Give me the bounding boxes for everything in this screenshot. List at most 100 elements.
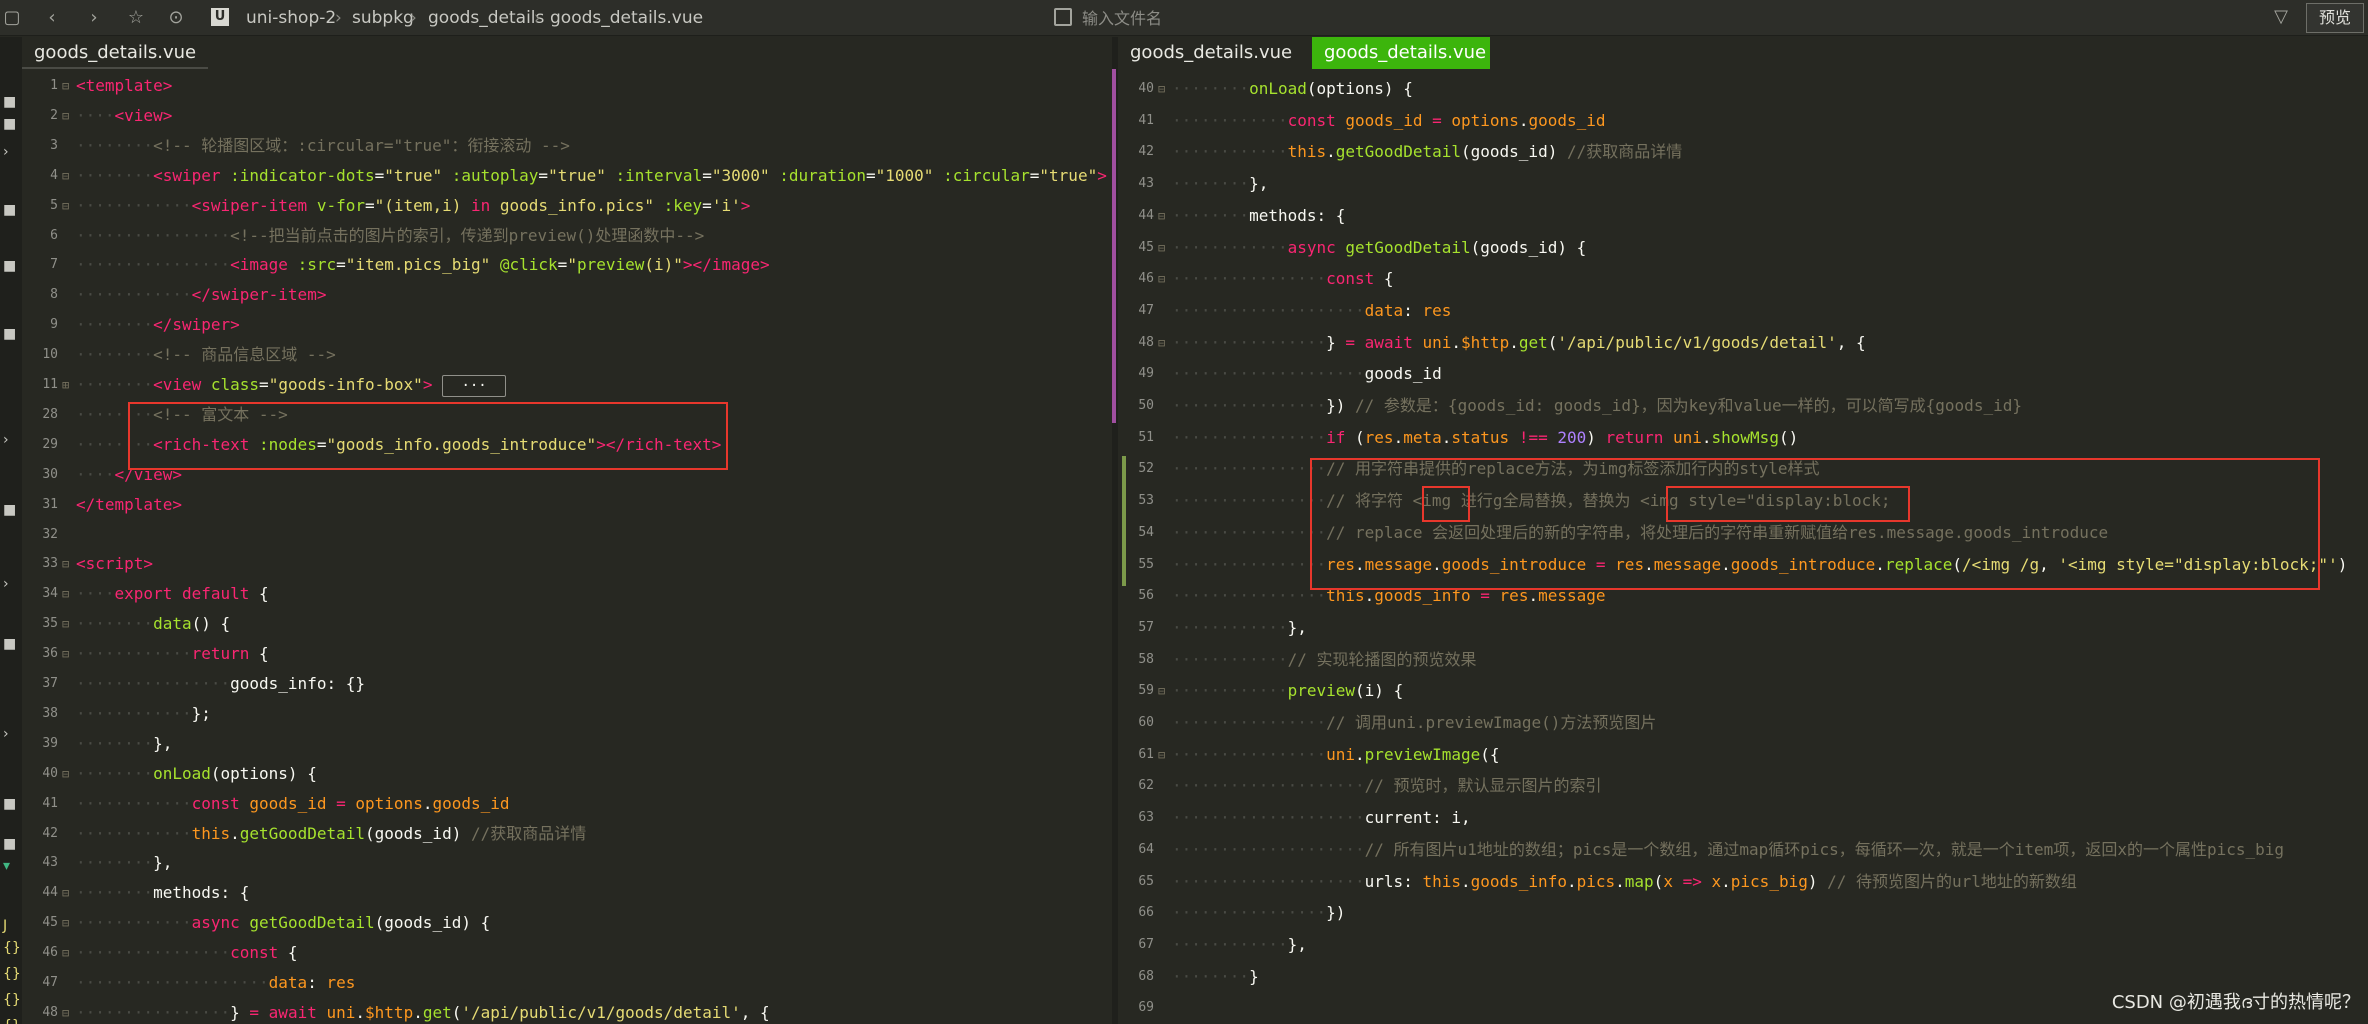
forward-icon[interactable]: › (82, 6, 106, 30)
fold-toggle-icon[interactable]: ⊟ (1158, 328, 1165, 358)
code-line[interactable]: 37 ················goods_info: {} (22, 669, 1112, 699)
left-editor-pane[interactable]: 1 ⊟ <template> 2 ⊟ ····<view> 3 ········<!-- 轮播… (22, 69, 1112, 1024)
code-line[interactable]: 34 ⊟ ····export default { (22, 579, 1112, 609)
code-line[interactable]: 9 ········</swiper> (22, 310, 1112, 340)
star-icon[interactable]: ☆ (124, 6, 148, 30)
code-line[interactable]: 58 ············// 实现轮播图的预览效果 (1118, 645, 2368, 675)
fold-toggle-icon[interactable]: ⊟ (62, 549, 69, 579)
folder-icon[interactable]: ■ (3, 259, 19, 273)
preview-button[interactable]: 预览 (2306, 3, 2364, 33)
code-line[interactable]: 48 ⊟ ················} = await uni.$http.g… (22, 998, 1112, 1024)
fold-toggle-icon[interactable]: ⊟ (1158, 264, 1165, 294)
code-line[interactable]: 38 ············}; (22, 699, 1112, 729)
code-line[interactable]: 45 ⊟ ············async getGoodDetail(goods… (1118, 233, 2368, 263)
fold-toggle-icon[interactable]: ⊟ (1158, 201, 1165, 231)
chevron-icon[interactable]: › (3, 727, 19, 741)
code-line[interactable]: 47 ····················data: res (22, 968, 1112, 998)
code-line[interactable]: 44 ⊟ ········methods: { (1118, 201, 2368, 231)
fold-toggle-icon[interactable]: ⊟ (62, 609, 69, 639)
folder-icon[interactable]: ■ (3, 95, 19, 109)
fold-toggle-icon[interactable]: ⊟ (62, 878, 69, 908)
code-line[interactable]: 48 ⊟ ················} = await uni.$http.g… (1118, 328, 2368, 358)
fold-toggle-icon[interactable]: ⊟ (1158, 74, 1165, 104)
file-search-input[interactable] (1082, 6, 1602, 30)
fold-toggle-icon[interactable]: ⊟ (62, 938, 69, 968)
json-file-icon[interactable]: {} (3, 941, 21, 955)
fold-toggle-icon[interactable]: ⊞ (62, 370, 69, 400)
fold-toggle-icon[interactable]: ⊟ (62, 101, 69, 131)
code-line[interactable]: 10 ········<!-- 商品信息区域 --> (22, 340, 1112, 370)
folder-icon[interactable]: ■ (3, 837, 19, 851)
code-line[interactable]: 46 ⊟ ················const { (1118, 264, 2368, 294)
code-line[interactable]: 50 ················}) // 参数是：{goods_id: g… (1118, 391, 2368, 421)
fold-toggle-icon[interactable]: ⊟ (62, 639, 69, 669)
json-file-icon[interactable]: {} (3, 967, 21, 981)
code-line[interactable]: 32 (22, 520, 1112, 550)
breadcrumb-file[interactable]: goods_details.vue (550, 8, 703, 28)
folder-icon[interactable]: ■ (3, 503, 19, 517)
run-icon[interactable]: ⊙ (164, 6, 188, 30)
code-line[interactable]: 59 ⊟ ············preview(i) { (1118, 676, 2368, 706)
breadcrumb-folder-goods-details[interactable]: goods_details (428, 8, 544, 28)
chevron-icon[interactable]: › (3, 577, 19, 591)
folder-icon[interactable]: ■ (3, 327, 19, 341)
code-line[interactable]: 46 ⊟ ················const { (22, 938, 1112, 968)
folder-icon[interactable]: ■ (3, 797, 19, 811)
code-line[interactable]: 64 ····················// 所有图片u1地址的数组；pic… (1118, 835, 2368, 865)
code-line[interactable]: 51 ················if (res.meta.status !=… (1118, 423, 2368, 453)
code-line[interactable]: 2 ⊟ ····<view> (22, 101, 1112, 131)
code-line[interactable]: 57 ············}, (1118, 613, 2368, 643)
code-line[interactable]: 67 ············}, (1118, 930, 2368, 960)
folder-icon[interactable]: ■ (3, 203, 19, 217)
vue-file-icon[interactable]: ▾ (3, 859, 19, 873)
code-line[interactable]: 5 ⊟ ············<swiper-item v-for="(item,… (22, 191, 1112, 221)
code-line[interactable]: 63 ····················current: i, (1118, 803, 2368, 833)
save-icon[interactable]: ▢ (0, 6, 24, 30)
code-line[interactable]: 42 ············this.getGoodDetail(goods_i… (1118, 137, 2368, 167)
code-line[interactable]: 35 ⊟ ········data() { (22, 609, 1112, 639)
code-line[interactable]: 66 ················}) (1118, 898, 2368, 928)
code-line[interactable]: 33 ⊟ <script> (22, 549, 1112, 579)
folder-icon[interactable]: ■ (3, 117, 19, 131)
fold-toggle-icon[interactable]: ⊟ (62, 191, 69, 221)
code-line[interactable]: 61 ⊟ ················uni.previewImage({ (1118, 740, 2368, 770)
json-file-icon[interactable]: {} (3, 993, 21, 1007)
code-line[interactable]: 47 ····················data: res (1118, 296, 2368, 326)
code-line[interactable]: 41 ············const goods_id = options.g… (22, 789, 1112, 819)
code-line[interactable]: 11 ⊞ ········<view class="goods-info-box">… (22, 370, 1112, 400)
code-line[interactable]: 44 ⊟ ········methods: { (22, 878, 1112, 908)
code-line[interactable]: 1 ⊟ <template> (22, 71, 1112, 101)
tab-right-goods-details-1[interactable]: goods_details.vue (1118, 37, 1304, 69)
folder-icon[interactable]: ■ (3, 637, 19, 651)
code-line[interactable]: 65 ····················urls: this.goods_i… (1118, 867, 2368, 897)
back-icon[interactable]: ‹ (40, 6, 64, 30)
breadcrumb-project[interactable]: uni-shop-2 (246, 8, 336, 28)
fold-toggle-icon[interactable]: ⊟ (1158, 233, 1165, 263)
code-line[interactable]: 4 ⊟ ········<swiper :indicator-dots="true"… (22, 161, 1112, 191)
fold-toggle-icon[interactable]: ⊟ (62, 998, 69, 1024)
code-line[interactable]: 7 ················<image :src="item.pics_… (22, 250, 1112, 280)
fold-toggle-icon[interactable]: ⊟ (62, 908, 69, 938)
json-file-icon[interactable]: {} (3, 1019, 21, 1024)
code-line[interactable]: 40 ⊟ ········onLoad(options) { (1118, 74, 2368, 104)
code-line[interactable]: 43 ········}, (22, 848, 1112, 878)
fold-toggle-icon[interactable]: ⊟ (1158, 676, 1165, 706)
code-line[interactable]: 60 ················// 调用uni.previewImage(… (1118, 708, 2368, 738)
filter-icon[interactable]: ▽ (2270, 6, 2292, 28)
code-line[interactable]: 62 ····················// 预览时，默认显示图片的索引 (1118, 771, 2368, 801)
code-line[interactable]: 41 ············const goods_id = options.g… (1118, 106, 2368, 136)
tab-left-goods-details[interactable]: goods_details.vue (22, 37, 209, 69)
fold-toggle-icon[interactable]: ⊟ (62, 759, 69, 789)
code-line[interactable]: 40 ⊟ ········onLoad(options) { (22, 759, 1112, 789)
fold-toggle-icon[interactable]: ⊟ (1158, 740, 1165, 770)
code-line[interactable]: 8 ············</swiper-item> (22, 280, 1112, 310)
chevron-icon[interactable]: › (3, 145, 19, 159)
folded-region-button[interactable]: ··· (442, 374, 506, 397)
fold-toggle-icon[interactable]: ⊟ (62, 161, 69, 191)
breadcrumb-folder-subpkg[interactable]: subpkg (352, 8, 414, 28)
chevron-icon[interactable]: › (3, 433, 19, 447)
code-line[interactable]: 45 ⊟ ············async getGoodDetail(goods… (22, 908, 1112, 938)
code-line[interactable]: 6 ················<!--把当前点击的图片的索引，传递到prev… (22, 221, 1112, 251)
fold-toggle-icon[interactable]: ⊟ (62, 71, 69, 101)
code-line[interactable]: 3 ········<!-- 轮播图区域：:circular="true"：衔接滚… (22, 131, 1112, 161)
